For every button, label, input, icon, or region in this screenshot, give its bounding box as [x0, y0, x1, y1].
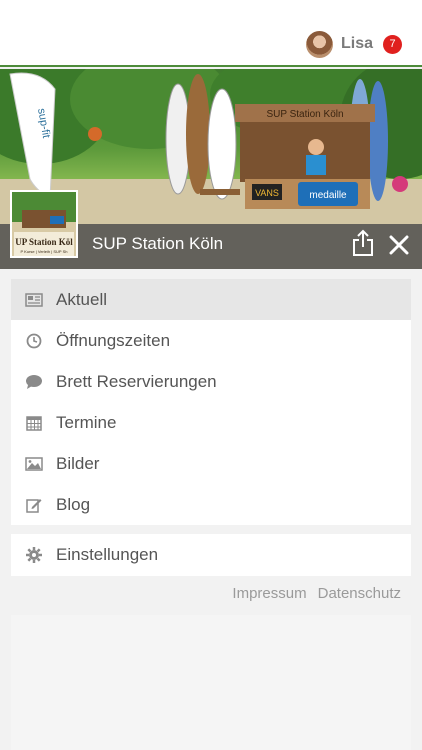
datenschutz-link[interactable]: Datenschutz: [318, 585, 401, 602]
image-icon: [25, 455, 43, 473]
settings-label: Einstellungen: [56, 545, 159, 564]
close-icon: [389, 235, 409, 255]
edit-icon: [25, 496, 43, 514]
impressum-link[interactable]: Impressum: [232, 585, 306, 602]
banner-sign-text: SUP Station Köln: [266, 109, 343, 120]
close-button[interactable]: [388, 234, 410, 256]
menu-item-label: Bilder: [56, 453, 100, 473]
thumbnail-subtext: P Kurse | Verleih | SUP Sh: [20, 249, 67, 254]
menu-item-label: Öffnungszeiten: [56, 330, 171, 350]
menu-item-aktuell[interactable]: Aktuell: [11, 279, 411, 320]
svg-text:VANS: VANS: [255, 188, 279, 198]
clock-icon: [25, 332, 43, 350]
navigation-menu: Aktuell Öffnungszeiten Brett Reservierunge…: [11, 279, 411, 525]
notification-badge[interactable]: 7: [383, 34, 402, 54]
menu-item-label: Termine: [56, 412, 117, 432]
footer-links: Impressum Datenschutz: [221, 585, 401, 602]
thumbnail-illustration: UP Station Köl P Kurse | Verleih | SUP S…: [12, 192, 76, 256]
menu-item-öffnungszeiten[interactable]: Öffnungszeiten: [11, 320, 411, 361]
svg-text:medaille: medaille: [309, 190, 347, 201]
settings-item[interactable]: Einstellungen: [11, 534, 411, 576]
menu-item-blog[interactable]: Blog: [11, 484, 411, 525]
gear-icon: [25, 546, 43, 564]
chat-bubble-icon: [25, 373, 43, 391]
menu-item-bilder[interactable]: Bilder: [11, 443, 411, 484]
user-menu[interactable]: Lisa 7: [305, 30, 402, 58]
top-bar: Lisa 7: [0, 0, 422, 67]
station-title: SUP Station Köln: [92, 234, 224, 253]
share-button[interactable]: [351, 229, 375, 257]
avatar[interactable]: [305, 30, 333, 58]
station-thumbnail[interactable]: UP Station Köl P Kurse | Verleih | SUP S…: [10, 190, 78, 258]
menu-item-label: Blog: [56, 494, 91, 514]
menu-item-termine[interactable]: Termine: [11, 402, 411, 443]
bottom-panel: [11, 615, 411, 750]
menu-item-label: Brett Reservierungen: [56, 371, 217, 391]
thumbnail-sign-text: UP Station Köl: [15, 237, 73, 247]
calendar-icon: [25, 414, 43, 432]
menu-item-label: Aktuell: [56, 289, 108, 309]
newspaper-icon: [25, 291, 43, 309]
share-icon: [353, 229, 373, 256]
user-name[interactable]: Lisa: [341, 35, 373, 53]
menu-item-brett-reservierungen[interactable]: Brett Reservierungen: [11, 361, 411, 402]
